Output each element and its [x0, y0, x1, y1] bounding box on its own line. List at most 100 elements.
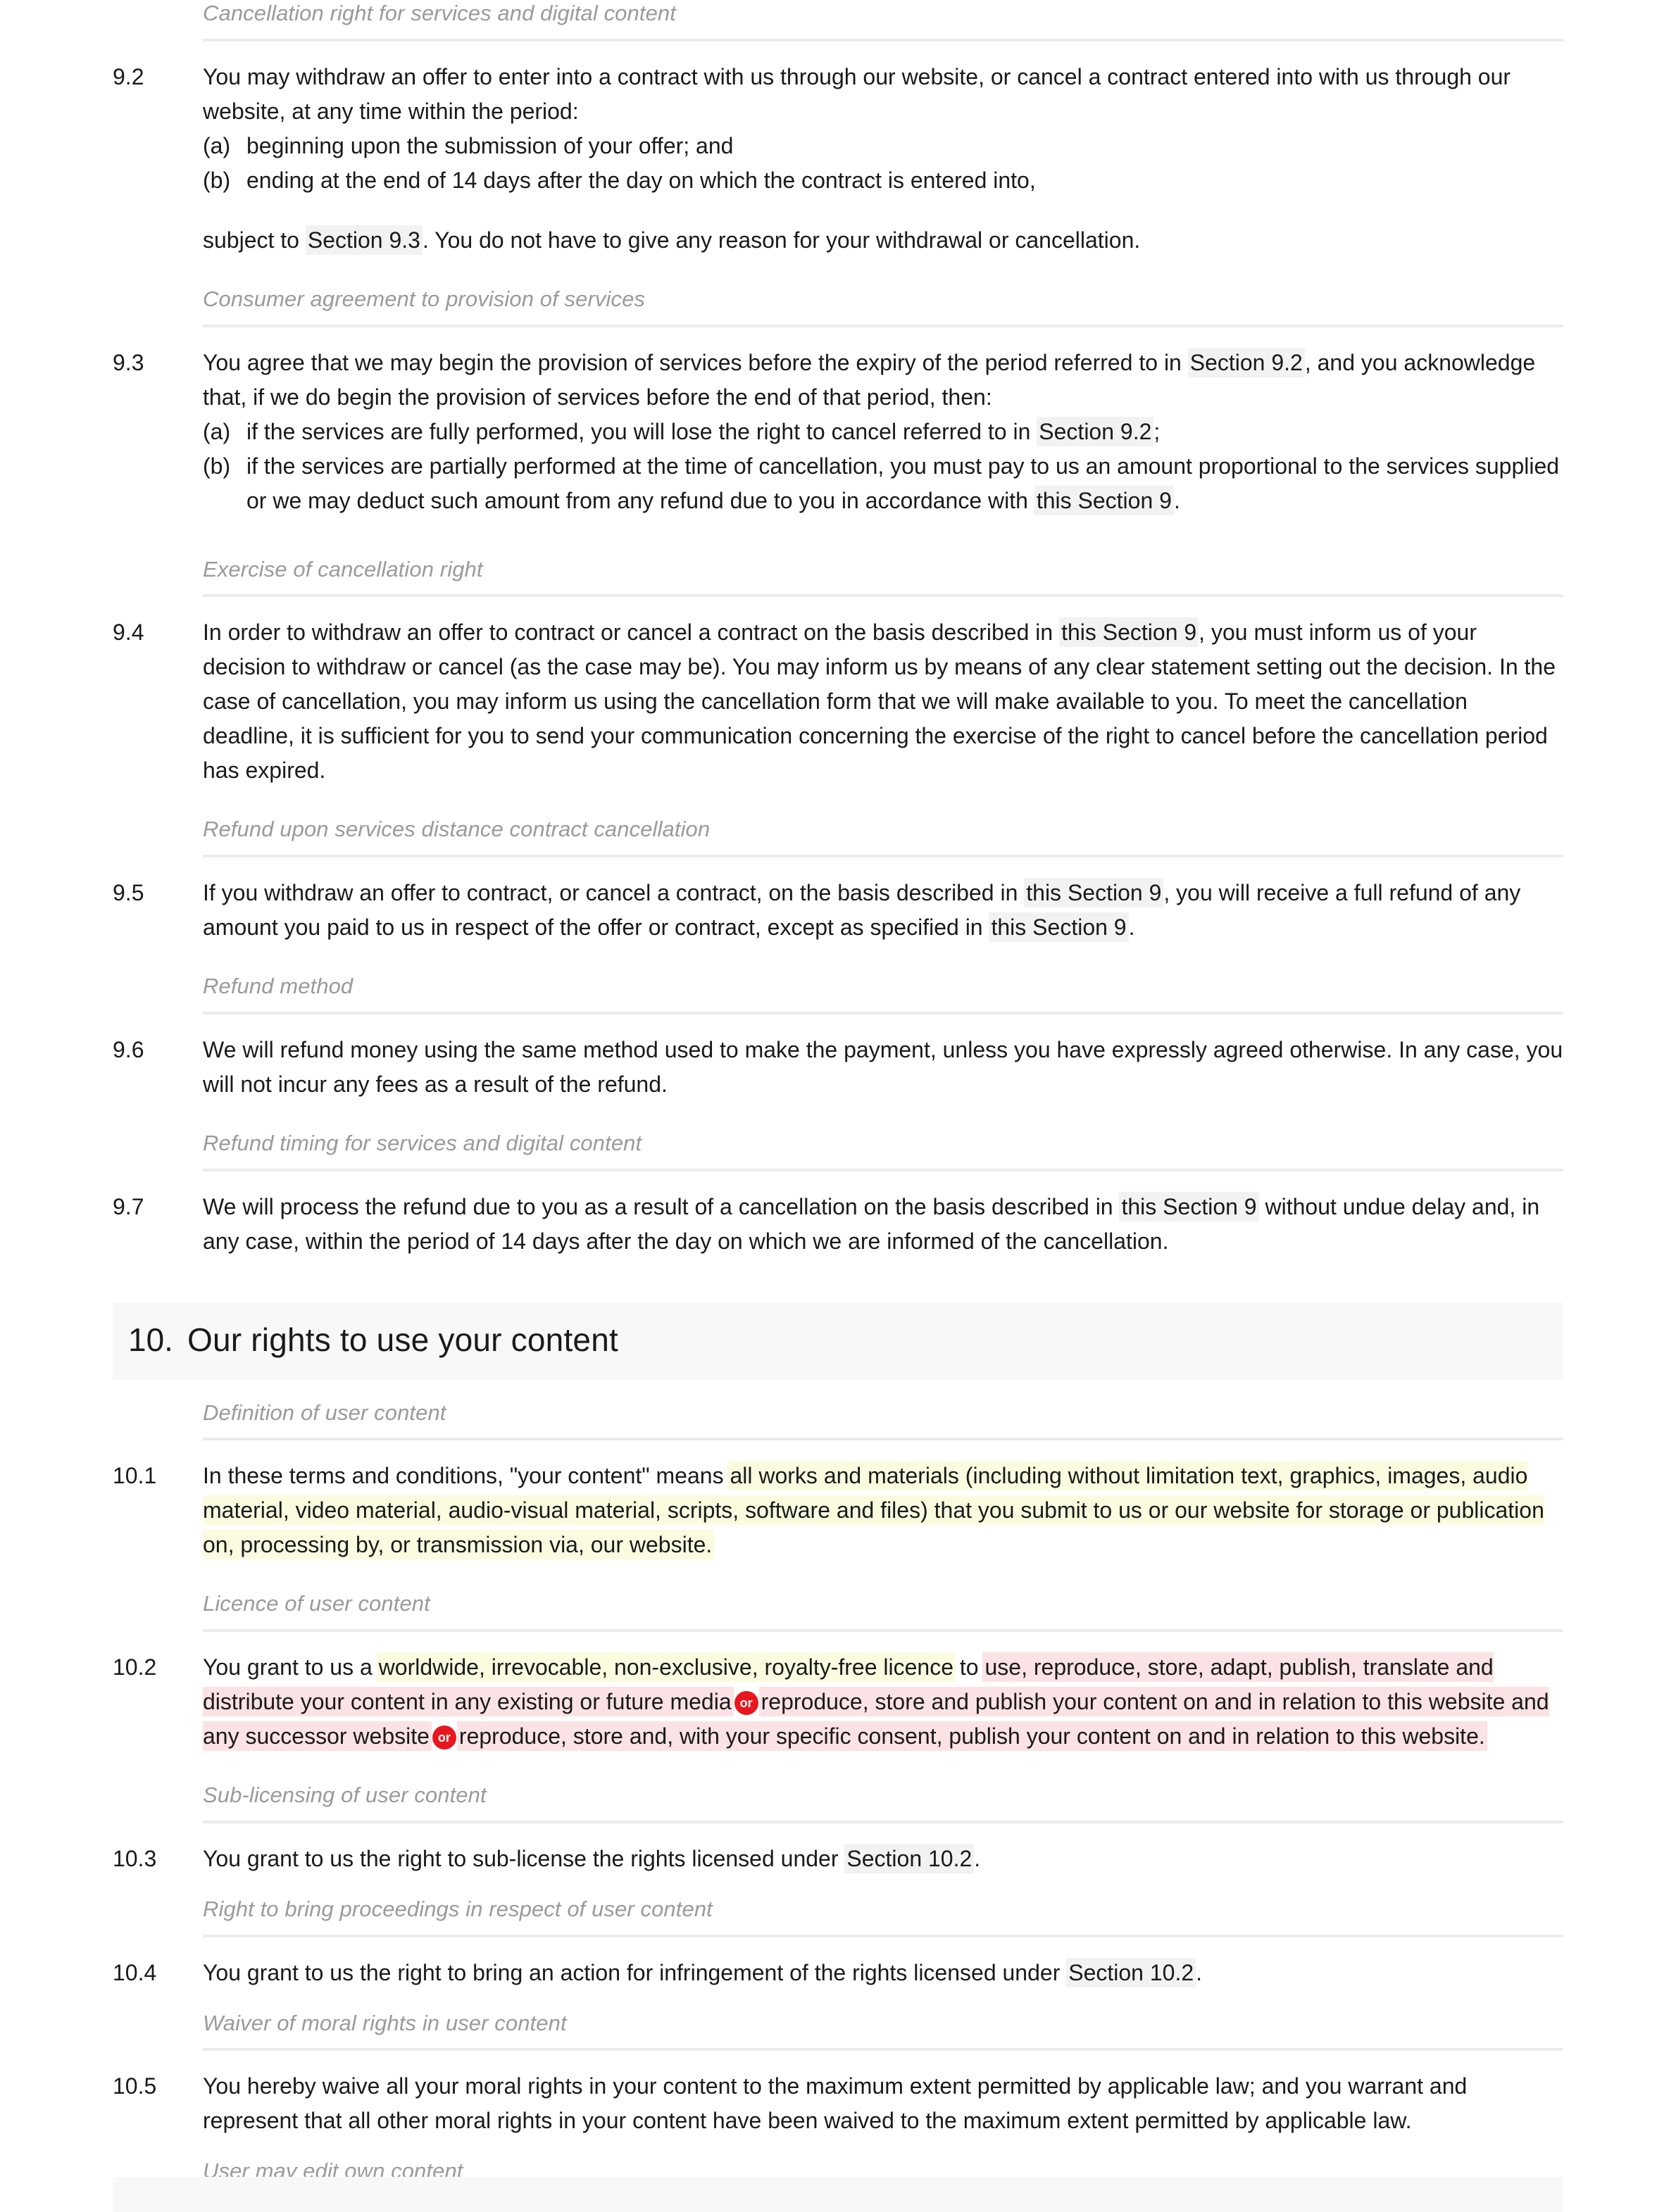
item-prefix: if the services are partially performed … — [246, 453, 1560, 513]
clause-body: In order to withdraw an offer to contrac… — [203, 615, 1563, 788]
clause-text: You grant to us a worldwide, irrevocable… — [203, 1650, 1563, 1754]
pink-highlight: reproduce, store and, with your specific… — [458, 1723, 1485, 1749]
clause-text: You hereby waive all your moral rights i… — [203, 2073, 1468, 2134]
section-reference[interactable]: this Section 9 — [1034, 485, 1174, 515]
subheading-block: Refund timing for services and digital c… — [0, 1130, 1676, 1171]
list-item-text: beginning upon the submission of your of… — [246, 132, 734, 158]
subheading-divider — [203, 1438, 1563, 1441]
text-suffix: . — [1196, 1959, 1203, 1985]
clause-number: 10.2 — [113, 1654, 157, 1680]
subheading-divider — [203, 1820, 1563, 1823]
subheading-divider — [203, 2048, 1563, 2051]
clause-text: In order to withdraw an offer to contrac… — [203, 615, 1563, 788]
section-reference[interactable]: this Section 9 — [1024, 878, 1164, 907]
document-page: Cancellation right for services and digi… — [0, 0, 1676, 2212]
section-reference[interactable]: this Section 9 — [1119, 1191, 1259, 1221]
section-reference[interactable]: Section 9.2 — [1187, 347, 1305, 377]
list-item: (b) ending at the end of 14 days after t… — [203, 163, 1563, 198]
subheading-divider — [203, 1011, 1563, 1014]
clause-number: 10.3 — [113, 1845, 157, 1871]
subheading-label: Refund timing for services and digital c… — [203, 1130, 642, 1155]
clause-tail-text: subject to Section 9.3. You do not have … — [203, 223, 1563, 258]
section-reference[interactable]: Section 9.2 — [1037, 416, 1154, 446]
clause-9-5: 9.5 If you withdraw an offer to contract… — [0, 876, 1676, 945]
text-suffix: . — [1128, 915, 1135, 940]
list-marker: (b) — [203, 167, 231, 193]
clause-9-2: 9.2 You may withdraw an offer to enter i… — [0, 60, 1676, 258]
subheading-block: Consumer agreement to provision of servi… — [0, 286, 1676, 327]
section-header-10: 10. Our rights to use your content — [113, 1302, 1563, 1380]
clause-10-2: 10.2 You grant to us a worldwide, irrevo… — [0, 1650, 1676, 1754]
subheading-label: Definition of user content — [203, 1400, 446, 1425]
list-marker: (a) — [203, 132, 231, 158]
clause-body: You agree that we may begin the provisio… — [203, 346, 1563, 518]
clause-10-5: 10.5 You hereby waive all your moral rig… — [0, 2069, 1676, 2138]
tail-prefix: subject to — [203, 227, 306, 253]
clause-body: You grant to us the right to bring an ac… — [203, 1956, 1563, 1990]
clause-number: 9.5 — [113, 880, 144, 905]
subheading-divider — [203, 1629, 1563, 1632]
clause-number: 9.7 — [113, 1193, 144, 1219]
text-prefix: You grant to us a — [203, 1654, 379, 1680]
or-badge-icon: or — [734, 1691, 758, 1715]
list-item: (a) if the services are fully performed,… — [203, 415, 1563, 449]
subheading-label: Refund upon services distance contract c… — [203, 817, 711, 842]
lead-prefix: You agree that we may begin the provisio… — [203, 349, 1188, 375]
clause-number: 9.4 — [113, 620, 144, 646]
text-between: to — [953, 1654, 985, 1680]
yellow-highlight: worldwide, irrevocable, non-exclusive, r… — [378, 1654, 954, 1680]
subheading-label: Sub-licensing of user content — [203, 1783, 487, 1807]
text-prefix: In these terms and conditions, "your con… — [203, 1463, 730, 1489]
section-reference[interactable]: this Section 9 — [989, 912, 1129, 942]
list-item-text: ending at the end of 14 days after the d… — [246, 167, 1036, 193]
list-item: (b) if the services are partially perfor… — [203, 449, 1563, 518]
section-number: 10. — [128, 1321, 173, 1358]
clause-text: If you withdraw an offer to contract, or… — [203, 876, 1563, 945]
clause-body: You may withdraw an offer to enter into … — [203, 60, 1563, 258]
clause-sub-list: (a) beginning upon the submission of you… — [203, 129, 1563, 198]
subheading-label: Cancellation right for services and digi… — [203, 1, 676, 25]
text-prefix: We will process the refund due to you as… — [203, 1193, 1120, 1219]
section-reference[interactable]: Section 9.3 — [305, 225, 423, 255]
clause-text: In these terms and conditions, "your con… — [203, 1459, 1563, 1562]
next-section-band — [113, 2177, 1563, 2212]
text-prefix: You grant to us the right to sub-license… — [203, 1845, 845, 1871]
subheading-label: Refund method — [203, 974, 354, 998]
subheading-block: Cancellation right for services and digi… — [0, 0, 1676, 42]
clause-lead-text: You may withdraw an offer to enter into … — [203, 63, 1511, 124]
clause-number: 10.4 — [113, 1959, 157, 1985]
list-item-text: if the services are partially performed … — [246, 449, 1563, 518]
clause-10-4: 10.4 You grant to us the right to bring … — [0, 1956, 1676, 1990]
subheading-divider — [203, 594, 1563, 598]
list-marker: (a) — [203, 418, 231, 444]
subheading-divider — [203, 1934, 1563, 1937]
clause-sub-list: (a) if the services are fully performed,… — [203, 415, 1563, 518]
section-reference[interactable]: Section 10.2 — [1066, 1957, 1196, 1987]
section-title: Our rights to use your content — [187, 1321, 618, 1358]
subheading-label: Licence of user content — [203, 1591, 430, 1616]
clause-9-7: 9.7 We will process the refund due to yo… — [0, 1190, 1676, 1259]
clause-body: We will process the refund due to you as… — [203, 1190, 1563, 1259]
clause-9-4: 9.4 In order to withdraw an offer to con… — [0, 615, 1676, 788]
tail-suffix: . You do not have to give any reason for… — [422, 227, 1141, 253]
subheading-divider — [203, 324, 1563, 327]
clause-number: 9.6 — [113, 1036, 144, 1062]
subheading-block: Refund method — [0, 973, 1676, 1014]
clause-9-3: 9.3 You agree that we may begin the prov… — [0, 346, 1676, 518]
subheading-divider — [203, 38, 1563, 42]
clause-text: You grant to us the right to sub-license… — [203, 1842, 1563, 1876]
clause-text: We will process the refund due to you as… — [203, 1190, 1563, 1259]
section-reference[interactable]: this Section 9 — [1059, 617, 1199, 648]
subheading-label: Exercise of cancellation right — [203, 556, 483, 582]
subheading-block: Sub-licensing of user content — [0, 1782, 1676, 1823]
subheading-block: Licence of user content — [0, 1590, 1676, 1632]
subheading-block: Right to bring proceedings in respect of… — [0, 1896, 1676, 1937]
list-item: (a) beginning upon the submission of you… — [203, 129, 1563, 163]
list-marker: (b) — [203, 453, 231, 479]
subheading-label: Waiver of moral rights in user content — [203, 2010, 567, 2035]
clause-lead-text: You agree that we may begin the provisio… — [203, 346, 1563, 415]
clause-10-1: 10.1 In these terms and conditions, "you… — [0, 1459, 1676, 1562]
list-item-text: if the services are fully performed, you… — [246, 415, 1563, 449]
section-reference[interactable]: Section 10.2 — [844, 1843, 975, 1873]
clause-text: You grant to us the right to bring an ac… — [203, 1956, 1563, 1990]
